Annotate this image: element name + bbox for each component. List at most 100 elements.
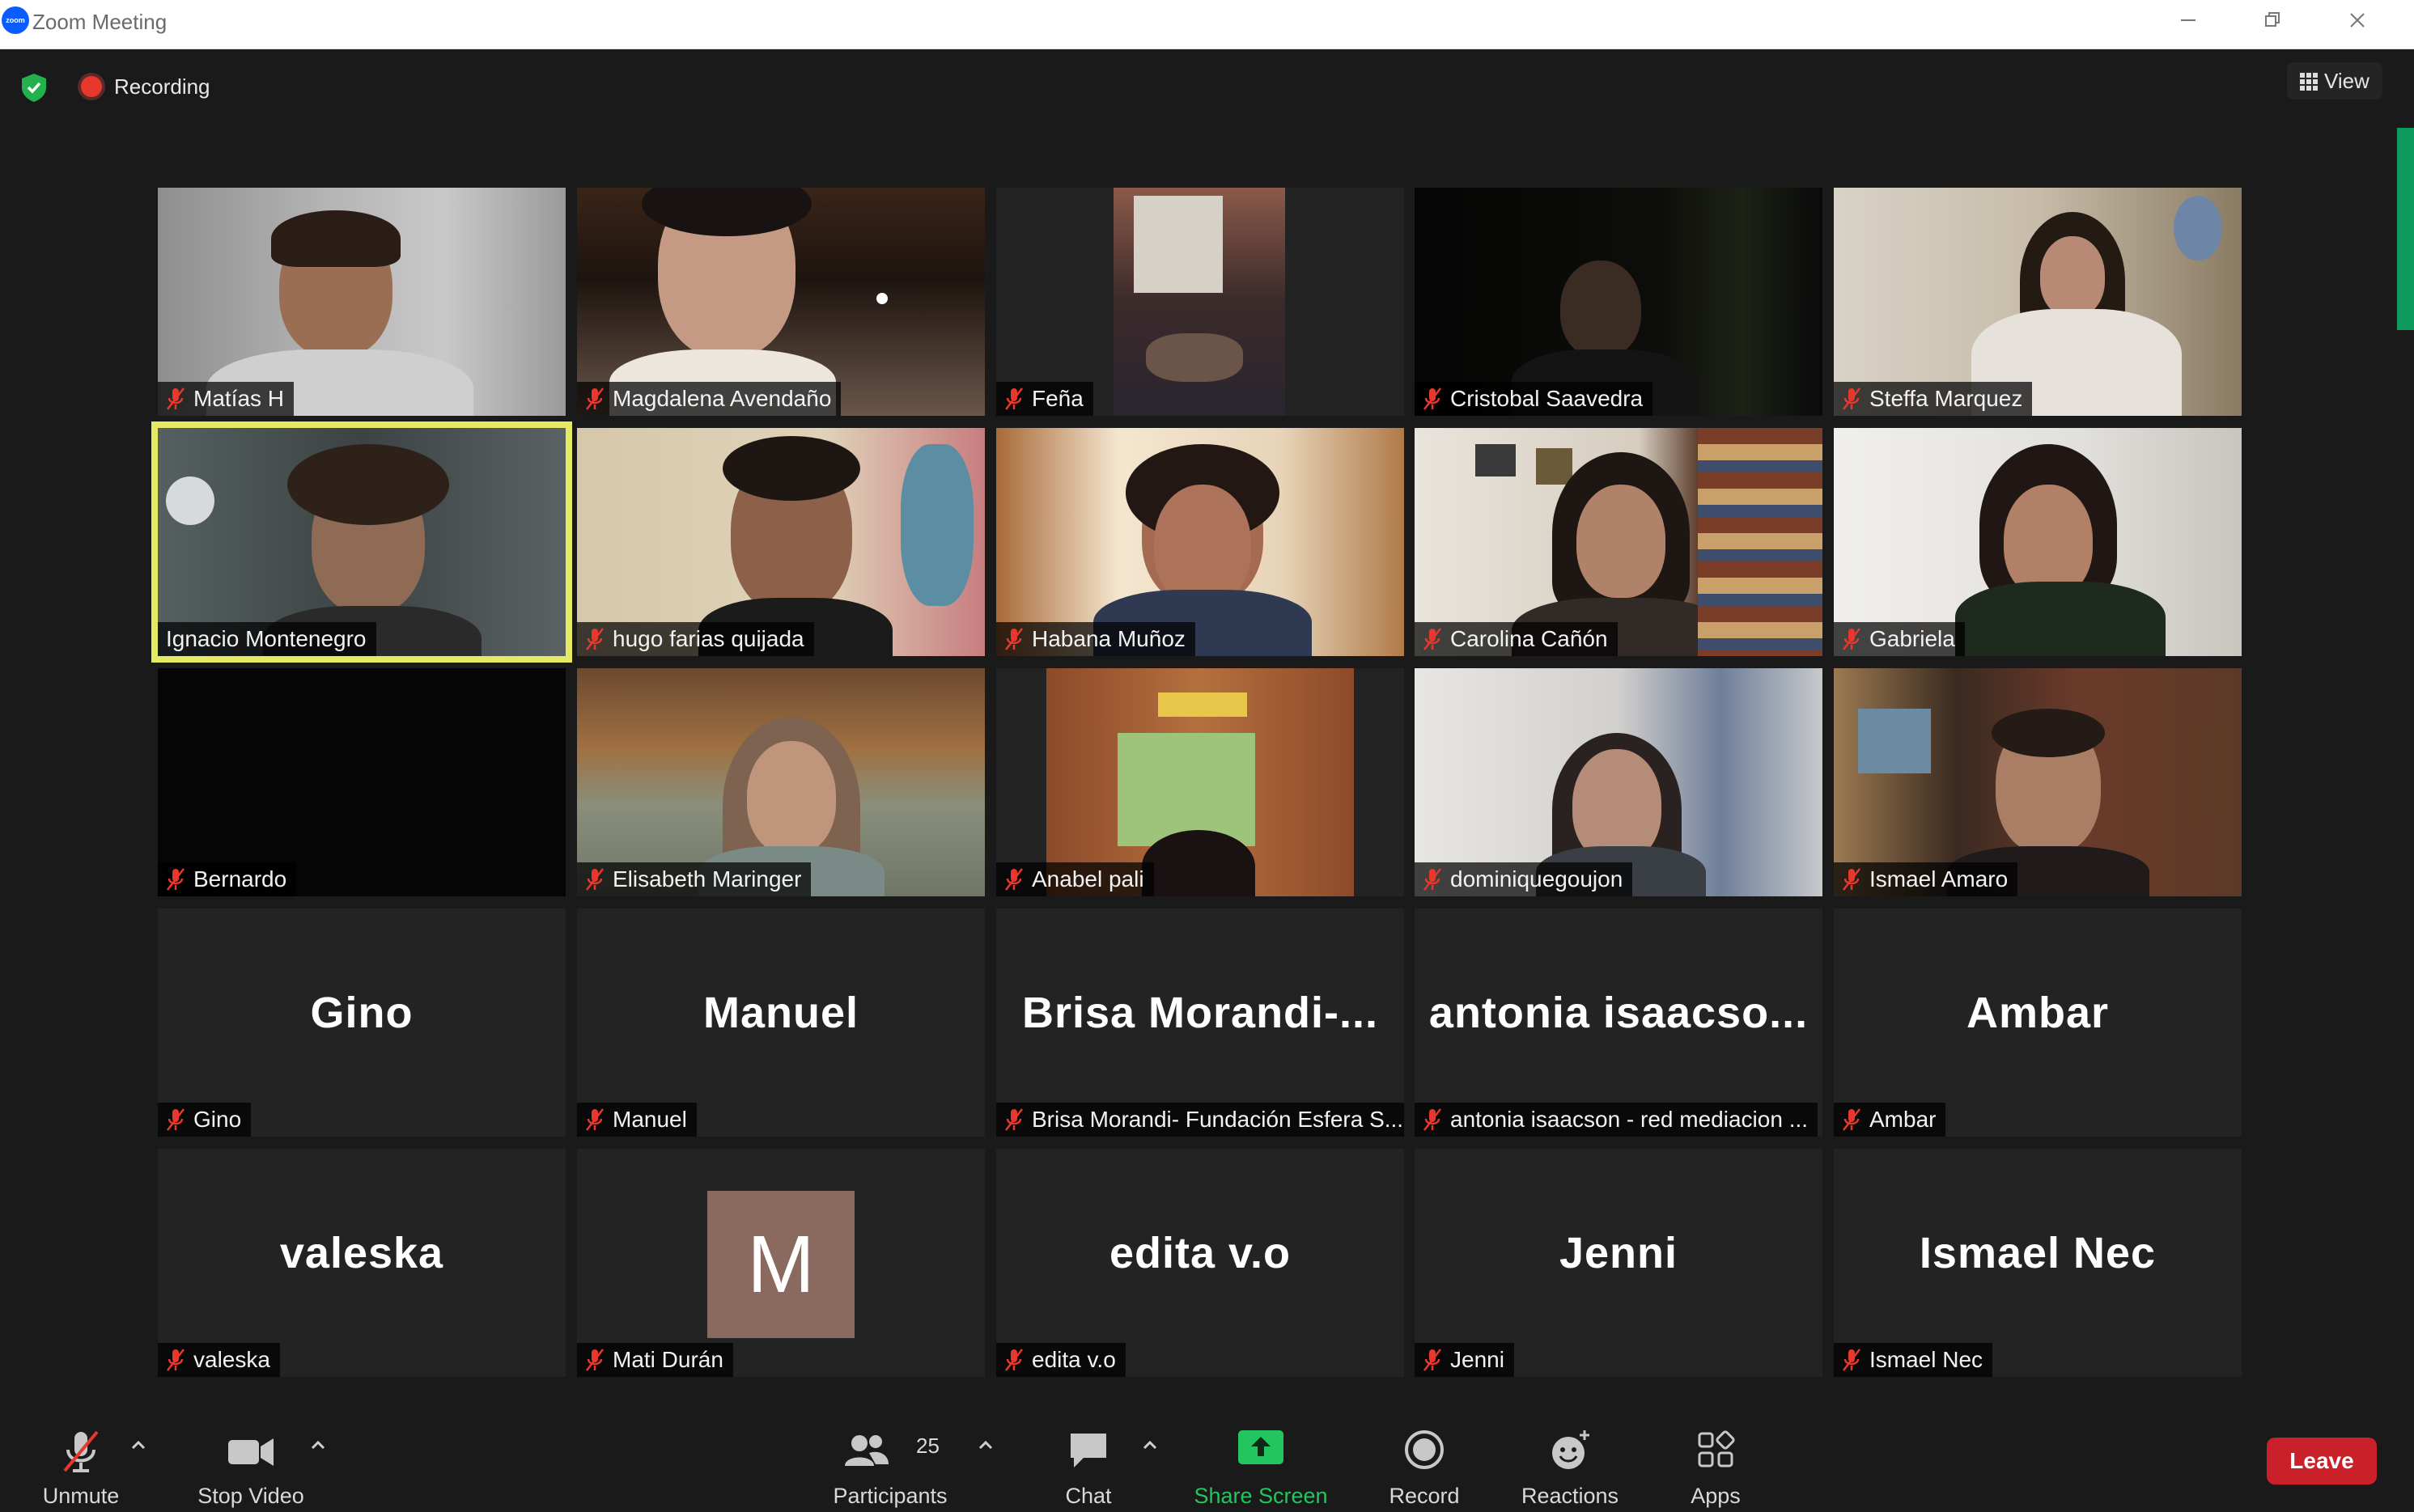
close-button[interactable] — [2333, 5, 2382, 40]
view-button[interactable]: View — [2287, 62, 2382, 100]
video-tile-off[interactable]: Brisa Morandi-... Brisa Morandi- Fundaci… — [996, 908, 1404, 1137]
participant-name-label: Ambar — [1834, 1103, 1946, 1137]
video-tile[interactable]: Carolina Cañón — [1415, 428, 1822, 656]
participant-name-label: Bernardo — [158, 862, 297, 896]
participant-name: Mati Durán — [613, 1347, 723, 1372]
video-tile[interactable]: hugo farias quijada — [577, 428, 985, 656]
participant-name-label: Manuel — [577, 1103, 697, 1137]
participant-display-name: Ismael Nec — [1919, 1229, 2157, 1277]
participant-name: Ismael Nec — [1869, 1347, 1983, 1372]
video-tile-off[interactable]: Ismael Nec Ismael Nec — [1834, 1149, 2242, 1377]
muted-mic-icon — [1005, 1348, 1023, 1371]
recording-dot-icon — [81, 76, 102, 97]
video-tile[interactable]: Ismael Amaro — [1834, 668, 2242, 896]
close-icon — [2350, 13, 2365, 28]
unmute-button[interactable]: Unmute — [24, 1408, 138, 1512]
participant-name: valeska — [193, 1347, 270, 1372]
video-tile[interactable]: Elisabeth Maringer — [577, 668, 985, 896]
video-tile-off[interactable]: valeska valeska — [158, 1149, 566, 1377]
apps-button[interactable]: Apps — [1675, 1408, 1756, 1512]
muted-mic-icon — [1843, 867, 1860, 891]
chat-button[interactable]: Chat — [1044, 1408, 1133, 1512]
video-tile[interactable]: dominiquegoujon — [1415, 668, 1822, 896]
participant-name: Ambar — [1869, 1107, 1937, 1132]
view-label: View — [2324, 69, 2369, 93]
muted-mic-icon — [586, 1108, 604, 1131]
participants-options-chevron-up-icon[interactable] — [977, 1437, 995, 1455]
participant-name: Matías H — [193, 386, 285, 411]
participants-label: Participants — [833, 1484, 948, 1508]
video-tile[interactable]: Bernardo — [158, 668, 566, 896]
participant-name: Cristobal Saavedra — [1450, 386, 1644, 411]
video-tile-off[interactable]: M Mati Durán — [577, 1149, 985, 1377]
participant-name-label: Ismael Nec — [1834, 1343, 1993, 1377]
record-label: Record — [1389, 1484, 1460, 1508]
muted-mic-icon — [586, 1348, 604, 1371]
reactions-label: Reactions — [1521, 1484, 1619, 1508]
grid-view-icon — [2300, 73, 2318, 91]
window-title: Zoom Meeting — [32, 10, 168, 34]
participants-count: 25 — [916, 1434, 940, 1458]
participant-name-label: valeska — [158, 1343, 280, 1377]
video-tile-off[interactable]: edita v.o edita v.o — [996, 1149, 1404, 1377]
muted-mic-icon — [1843, 1108, 1860, 1131]
audio-options-chevron-up-icon[interactable] — [129, 1437, 147, 1455]
video-options-chevron-up-icon[interactable] — [309, 1437, 327, 1455]
participant-name: edita v.o — [1032, 1347, 1116, 1372]
participant-name-label: Matías H — [158, 382, 295, 416]
participant-name: Elisabeth Maringer — [613, 866, 802, 892]
video-tile-active-speaker[interactable]: Ignacio Montenegro — [158, 428, 566, 656]
participant-name-label: Steffa Marquez — [1834, 382, 2033, 416]
restore-button[interactable] — [2248, 5, 2297, 40]
scrollbar[interactable] — [2397, 128, 2414, 330]
video-tile[interactable]: Gabriela — [1834, 428, 2242, 656]
record-icon — [1405, 1430, 1444, 1469]
participants-button[interactable]: 25 Participants — [817, 1408, 963, 1512]
muted-mic-icon — [1005, 1108, 1023, 1131]
muted-mic-icon — [1423, 867, 1441, 891]
video-tile-off[interactable]: Manuel Manuel — [577, 908, 985, 1137]
muted-mic-icon — [1843, 1348, 1860, 1371]
reactions-button[interactable]: Reactions — [1513, 1408, 1627, 1512]
participant-avatar: M — [707, 1191, 855, 1338]
video-tile[interactable]: Matías H — [158, 188, 566, 416]
participant-name: Feña — [1032, 386, 1084, 411]
muted-mic-icon — [167, 867, 185, 891]
muted-mic-icon — [586, 387, 604, 410]
record-button[interactable]: Record — [1376, 1408, 1473, 1512]
participant-name-label: Anabel pali — [996, 862, 1154, 896]
video-tile-off[interactable]: Jenni Jenni — [1415, 1149, 1822, 1377]
recording-status[interactable]: Recording — [114, 74, 210, 100]
video-tile[interactable]: Cristobal Saavedra — [1415, 188, 1822, 416]
video-tile-off[interactable]: antonia isaacso... antonia isaacson - re… — [1415, 908, 1822, 1137]
chat-options-chevron-up-icon[interactable] — [1141, 1437, 1159, 1455]
muted-mic-icon — [167, 1348, 185, 1371]
share-screen-button[interactable]: Share Screen — [1190, 1408, 1332, 1512]
participant-name-label: Magdalena Avendaño — [577, 382, 842, 416]
participant-name-label: Gino — [158, 1103, 252, 1137]
video-tile-off[interactable]: Ambar Ambar — [1834, 908, 2242, 1137]
video-tile[interactable]: Feña — [996, 188, 1404, 416]
video-tile[interactable]: Habana Muñoz — [996, 428, 1404, 656]
apps-label: Apps — [1691, 1484, 1741, 1508]
participant-name: Brisa Morandi- Fundación Esfera S... — [1032, 1107, 1404, 1132]
video-tile[interactable]: Steffa Marquez — [1834, 188, 2242, 416]
muted-mic-icon — [1423, 387, 1441, 410]
minimize-button[interactable] — [2164, 5, 2212, 40]
muted-mic-icon — [1843, 627, 1860, 650]
participant-name: Habana Muñoz — [1032, 626, 1186, 651]
encryption-shield-icon[interactable] — [18, 71, 50, 104]
participant-name-label: hugo farias quijada — [577, 622, 814, 656]
participant-display-name: Manuel — [702, 989, 859, 1037]
participant-name: Carolina Cañón — [1450, 626, 1608, 651]
stop-video-button[interactable]: Stop Video — [186, 1408, 316, 1512]
participant-name-label: Ismael Amaro — [1834, 862, 2018, 896]
participants-icon — [845, 1435, 889, 1466]
video-tile-off[interactable]: Gino Gino — [158, 908, 566, 1137]
unmute-label: Unmute — [42, 1484, 120, 1508]
leave-button[interactable]: Leave — [2267, 1438, 2377, 1484]
apps-icon — [1698, 1430, 1735, 1468]
video-tile[interactable]: Anabel pali — [996, 668, 1404, 896]
video-tile[interactable]: Magdalena Avendaño — [577, 188, 985, 416]
participant-name-label: dominiquegoujon — [1415, 862, 1633, 896]
